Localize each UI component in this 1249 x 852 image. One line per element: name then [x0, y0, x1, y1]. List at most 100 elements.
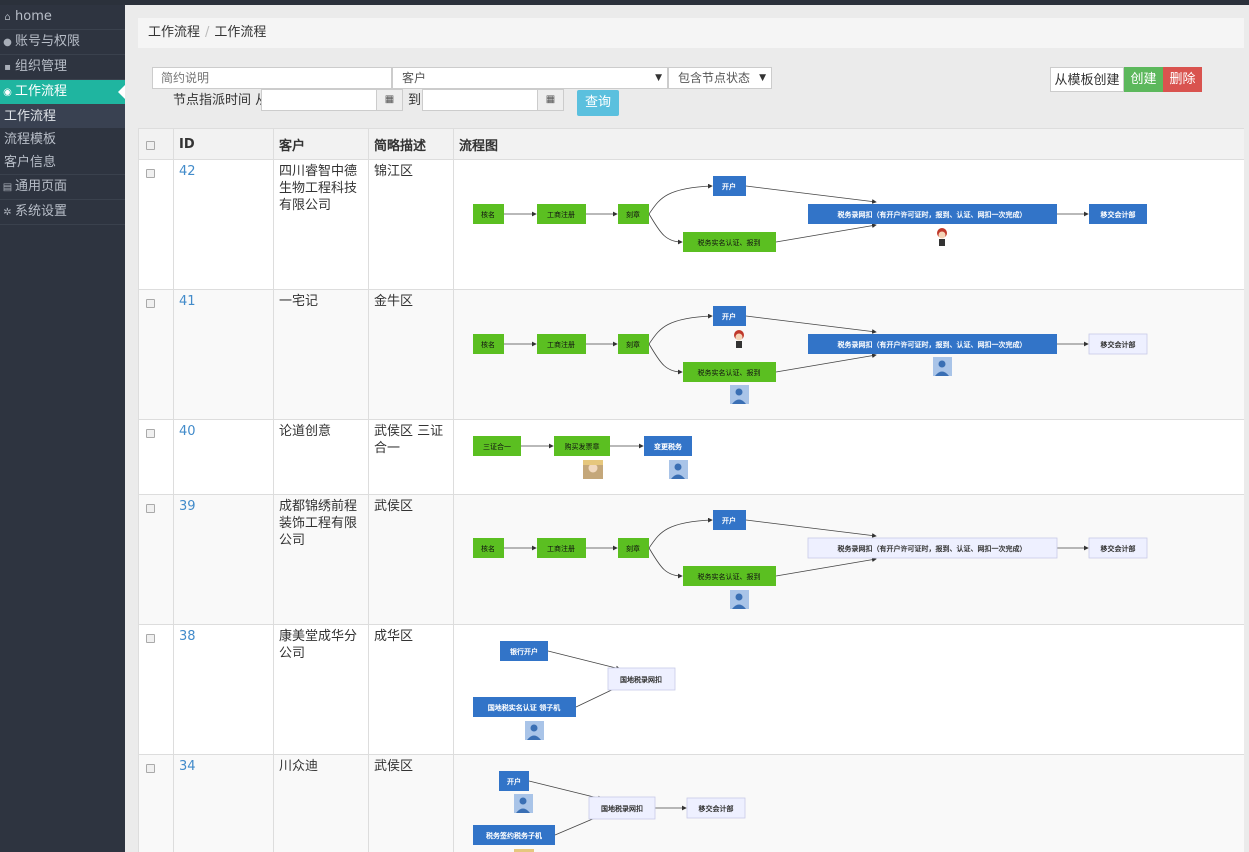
row-id-link[interactable]: 34 [179, 759, 196, 774]
row-id-link[interactable]: 40 [179, 424, 196, 439]
page-icon: ▤ [2, 182, 13, 193]
sidebar-subitem-workflow[interactable]: 工作流程 [0, 105, 125, 128]
sidebar-subitem-templates[interactable]: 流程模板 [0, 128, 125, 151]
table-row[interactable]: 39 成都锦绣前程装饰工程有限公司 武侯区 核名 工商注册 刻章 开户 税务实名… [138, 494, 1244, 625]
breadcrumb-parent[interactable]: 工作流程 [148, 25, 200, 40]
row-id-link[interactable]: 42 [179, 164, 196, 179]
flow-node[interactable]: 刻章 [618, 538, 649, 558]
node-label: 刻章 [626, 340, 640, 349]
flow-node[interactable]: 核名 [473, 334, 504, 354]
row-checkbox[interactable] [146, 429, 155, 438]
node-label: 核名 [481, 544, 495, 553]
select-all-header[interactable] [138, 128, 174, 160]
flow-node[interactable]: 开户 [499, 771, 529, 791]
query-button[interactable]: 查询 [577, 90, 619, 116]
create-button[interactable]: 创建 [1124, 67, 1163, 92]
row-checkbox[interactable] [146, 169, 155, 178]
sidebar-subitem-customers[interactable]: 客户信息 [0, 151, 125, 174]
flow-node[interactable]: 银行开户 [500, 641, 548, 661]
flow-node[interactable]: 税务实名认证、报到 [683, 232, 776, 252]
flowchart: 核名 工商注册 刻章 开户 税务实名认证、报到 税务录网扣（有开户许可证时，报到… [473, 176, 1147, 252]
column-header-customer[interactable]: 客户 [273, 128, 369, 160]
node-label: 移交会计部 [1101, 210, 1136, 219]
flow-node[interactable]: 刻章 [618, 204, 649, 224]
row-id-link[interactable]: 39 [179, 499, 196, 514]
flow-node[interactable]: 税务实名认证、报到 [683, 362, 776, 382]
flow-node[interactable]: 国地税录网扣 [588, 796, 656, 820]
row-id-link[interactable]: 38 [179, 629, 196, 644]
node-label: 税务录网扣（有开户许可证时，报到、认证、网扣一次完成） [838, 544, 1027, 553]
row-customer: 四川睿智中德生物工程科技有限公司 [273, 159, 369, 290]
flow-node[interactable]: 工商注册 [537, 538, 586, 558]
flow-node[interactable]: 购买发票章 [554, 436, 610, 456]
flow-node[interactable]: 核名 [473, 204, 504, 224]
flow-node[interactable]: 税务实名认证、报到 [683, 566, 776, 586]
node-label: 开户 [722, 312, 736, 321]
row-id-link[interactable]: 41 [179, 294, 196, 309]
sidebar-item-accounts[interactable]: ● 账号与权限 [0, 30, 125, 55]
eye-icon: ◉ [3, 87, 12, 98]
create-from-template-button[interactable]: 从模板创建 [1050, 67, 1124, 92]
node-status-select[interactable]: 包含节点状态 ▼ [668, 67, 772, 89]
flow-node[interactable]: 变更税务 [644, 436, 692, 456]
calendar-icon[interactable]: ▦ [376, 89, 403, 111]
workflow-table-container: ID 客户 简略描述 流程图 42 四川睿智中德生物工程科技有限公司 锦江区 核… [138, 128, 1244, 852]
node-label: 税务签约税务子机 [486, 831, 542, 840]
flow-node[interactable]: 开户 [713, 306, 746, 326]
node-label: 移交会计部 [699, 804, 734, 813]
flow-node[interactable]: 核名 [473, 538, 504, 558]
date-from-input[interactable] [261, 89, 377, 111]
delete-button[interactable]: 删除 [1163, 67, 1202, 92]
table-header-row: ID 客户 简略描述 流程图 [138, 128, 1244, 160]
flow-node[interactable]: 三证合一 [473, 436, 521, 456]
avatar-icon [514, 794, 533, 813]
customer-select[interactable]: 客户 ▼ [392, 67, 668, 89]
flow-node[interactable]: 开户 [713, 510, 746, 530]
flow-node[interactable]: 工商注册 [537, 334, 586, 354]
date-to-input[interactable] [422, 89, 538, 111]
column-header-flowchart: 流程图 [453, 128, 1244, 160]
flow-node[interactable]: 移交会计部 [1088, 333, 1148, 355]
row-checkbox[interactable] [146, 764, 155, 773]
flow-node[interactable]: 税务签约税务子机 [473, 825, 555, 845]
sidebar-item-settings[interactable]: ✲ 系统设置 [0, 200, 125, 225]
node-label: 开户 [507, 777, 521, 786]
table-row[interactable]: 40 论道创意 武侯区 三证合一 三证合一 购买发票章 变更税务 [138, 419, 1244, 495]
row-description: 武侯区 [368, 754, 454, 852]
sidebar-item-organization[interactable]: ▪ 组织管理 [0, 55, 125, 80]
select-all-checkbox[interactable] [146, 140, 155, 150]
row-checkbox[interactable] [146, 504, 155, 513]
flow-node[interactable]: 税务录网扣（有开户许可证时，报到、认证、网扣一次完成） [808, 204, 1057, 224]
sidebar-item-home[interactable]: ⌂ home [0, 5, 125, 30]
node-label: 税务实名认证、报到 [698, 368, 761, 377]
row-description: 锦江区 [368, 159, 454, 290]
table-row[interactable]: 38 康美堂成华分公司 成华区 银行开户 国地税录网扣 国地税实名认证 领子机 [138, 624, 1244, 755]
flow-node[interactable]: 开户 [713, 176, 746, 196]
row-checkbox[interactable] [146, 634, 155, 643]
flow-node[interactable]: 刻章 [618, 334, 649, 354]
flow-node[interactable]: 移交会计部 [686, 797, 746, 819]
row-description: 武侯区 三证合一 [368, 419, 454, 495]
flow-node[interactable]: 国地税录网扣 [607, 667, 676, 691]
flow-node[interactable]: 工商注册 [537, 204, 586, 224]
description-search-input[interactable] [152, 67, 392, 89]
sidebar-item-common-pages[interactable]: ▤ 通用页面 [0, 174, 125, 200]
node-label: 国地税实名认证 领子机 [488, 703, 560, 712]
flow-node[interactable]: 国地税实名认证 领子机 [473, 697, 576, 717]
flowchart: 开户 国地税录网扣 移交会计部 税务签约税务子机 [473, 771, 746, 852]
flow-node[interactable]: 移交会计部 [1088, 537, 1148, 559]
flow-node[interactable]: 税务录网扣（有开户许可证时，报到、认证、网扣一次完成） [807, 537, 1058, 559]
sidebar-item-workflow[interactable]: ◉ 工作流程 [0, 80, 125, 105]
avatar-icon [730, 590, 749, 609]
table-row[interactable]: 34 川众迪 武侯区 开户 国地税录网扣 移交会计部 税务签约税务子机 [138, 754, 1244, 852]
table-row[interactable]: 41 一宅记 金牛区 核名 工商注册 刻章 开户 税务实名认证、报到 税务录网扣… [138, 289, 1244, 420]
row-description: 金牛区 [368, 289, 454, 420]
row-checkbox[interactable] [146, 299, 155, 308]
calendar-icon[interactable]: ▦ [537, 89, 564, 111]
table-row[interactable]: 42 四川睿智中德生物工程科技有限公司 锦江区 核名 工商注册 刻章 开户 税务… [138, 159, 1244, 290]
column-header-description[interactable]: 简略描述 [368, 128, 454, 160]
flow-node[interactable]: 移交会计部 [1089, 204, 1147, 224]
node-label: 税务录网扣（有开户许可证时，报到、认证、网扣一次完成） [838, 340, 1027, 349]
column-header-id[interactable]: ID [173, 128, 274, 160]
flow-node[interactable]: 税务录网扣（有开户许可证时，报到、认证、网扣一次完成） [808, 334, 1057, 354]
